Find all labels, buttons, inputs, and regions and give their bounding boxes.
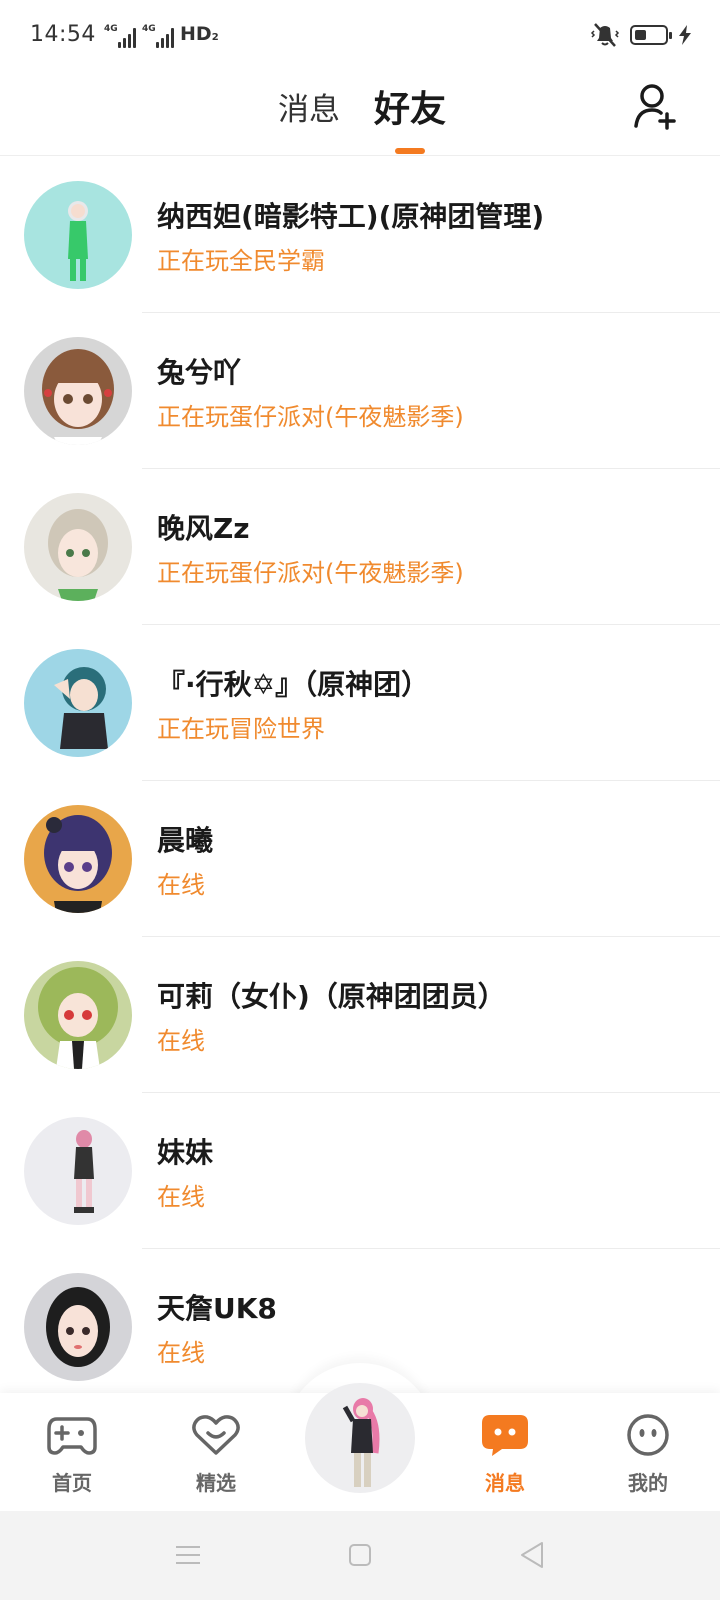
nav-label: 我的 xyxy=(628,1471,668,1495)
avatar-character-icon xyxy=(44,815,112,913)
tab-friends[interactable]: 好友 xyxy=(374,80,446,132)
avatar-character-icon xyxy=(68,201,88,281)
network-type-1: 4G xyxy=(104,24,118,34)
signal-sim2: 4G xyxy=(142,24,174,48)
signal-sim1: 4G xyxy=(104,24,136,48)
nav-label: 首页 xyxy=(52,1471,92,1495)
friend-row[interactable]: 兔兮吖 正在玩蛋仔派对(午夜魅影季) xyxy=(0,313,720,469)
friend-row[interactable]: 晨曦 在线 xyxy=(0,781,720,937)
charging-icon xyxy=(679,25,691,45)
friend-name: 『·行秋✡』（原神团） xyxy=(157,668,430,701)
nav-messages[interactable]: 消息 xyxy=(455,1413,555,1496)
battery-icon xyxy=(630,25,672,45)
avatar[interactable] xyxy=(24,1273,132,1381)
home-square-icon[interactable] xyxy=(344,1539,376,1571)
active-tab-indicator xyxy=(395,148,425,154)
friend-row[interactable]: 纳西妲(暗影特工)(原神团管理) 正在玩全民学霸 xyxy=(0,157,720,313)
friend-row[interactable]: 可莉（女仆)（原神团团员） 在线 xyxy=(0,937,720,1093)
friend-name: 纳西妲(暗影特工)(原神团管理) xyxy=(157,200,545,233)
friend-name: 天詹UK8 xyxy=(157,1292,277,1325)
friend-list: 纳西妲(暗影特工)(原神团管理) 正在玩全民学霸 兔兮吖 正在玩蛋仔派对(午夜魅… xyxy=(0,157,720,1405)
friend-name: 妹妹 xyxy=(157,1136,214,1169)
heart-chat-icon xyxy=(192,1415,240,1455)
status-time: 14:54 xyxy=(30,22,96,47)
nav-label: 消息 xyxy=(485,1471,525,1495)
status-bar: 14:54 4G 4G HD2 xyxy=(0,0,720,72)
avatar-character-icon xyxy=(42,349,114,445)
avatar[interactable] xyxy=(24,805,132,913)
friend-row[interactable]: 妹妹 在线 xyxy=(0,1093,720,1249)
system-nav xyxy=(0,1511,720,1600)
nav-featured[interactable]: 精选 xyxy=(166,1413,266,1496)
avatar[interactable] xyxy=(24,961,132,1069)
friend-name: 晚风Zz xyxy=(157,512,250,545)
avatar-character-icon xyxy=(46,1287,110,1367)
center-avatar-button[interactable] xyxy=(305,1383,415,1493)
friend-name: 兔兮吖 xyxy=(157,356,242,389)
tab-messages[interactable]: 消息 xyxy=(278,84,340,129)
message-bubble-icon xyxy=(482,1415,528,1456)
avatar-character-icon xyxy=(54,667,108,749)
friend-status: 在线 xyxy=(157,1183,205,1211)
hd-label: HD xyxy=(180,23,212,45)
friend-name: 晨曦 xyxy=(157,824,214,857)
friend-status: 在线 xyxy=(157,871,205,899)
menu-icon[interactable] xyxy=(172,1539,204,1571)
status-right xyxy=(590,22,692,48)
friend-status: 在线 xyxy=(157,1027,205,1055)
avatar-character-icon xyxy=(48,509,108,601)
add-user-icon[interactable] xyxy=(632,82,680,132)
friend-row[interactable]: 晚风Zz 正在玩蛋仔派对(午夜魅影季) xyxy=(0,469,720,625)
back-triangle-icon[interactable] xyxy=(516,1539,548,1571)
friend-status: 正在玩全民学霸 xyxy=(157,247,325,275)
avatar[interactable] xyxy=(24,649,132,757)
mute-vibrate-icon xyxy=(590,23,620,47)
avatar[interactable] xyxy=(24,1117,132,1225)
nav-label: 精选 xyxy=(196,1471,236,1495)
avatar-character-icon xyxy=(342,1398,380,1487)
nav-mine[interactable]: 我的 xyxy=(598,1413,698,1496)
header: 消息 好友 xyxy=(0,72,720,156)
avatar[interactable] xyxy=(24,181,132,289)
avatar[interactable] xyxy=(24,337,132,445)
signal-icon: 4G 4G xyxy=(104,24,174,48)
face-icon xyxy=(627,1414,669,1456)
hd-indicator: HD2 xyxy=(180,23,219,45)
friend-status: 正在玩蛋仔派对(午夜魅影季) xyxy=(157,403,464,431)
avatar-character-icon xyxy=(38,967,118,1069)
gamepad-icon xyxy=(47,1417,97,1455)
friend-row[interactable]: 『·行秋✡』（原神团） 正在玩冒险世界 xyxy=(0,625,720,781)
friend-status: 正在玩冒险世界 xyxy=(157,715,325,743)
nav-home[interactable]: 首页 xyxy=(22,1413,122,1496)
avatar[interactable] xyxy=(24,493,132,601)
friend-name: 可莉（女仆)（原神团团员） xyxy=(157,980,506,1013)
avatar-character-icon xyxy=(74,1130,94,1213)
friend-status: 正在玩蛋仔派对(午夜魅影季) xyxy=(157,559,464,587)
friend-status: 在线 xyxy=(157,1339,205,1367)
hd-sub: 2 xyxy=(211,32,219,43)
network-type-2: 4G xyxy=(142,24,156,34)
